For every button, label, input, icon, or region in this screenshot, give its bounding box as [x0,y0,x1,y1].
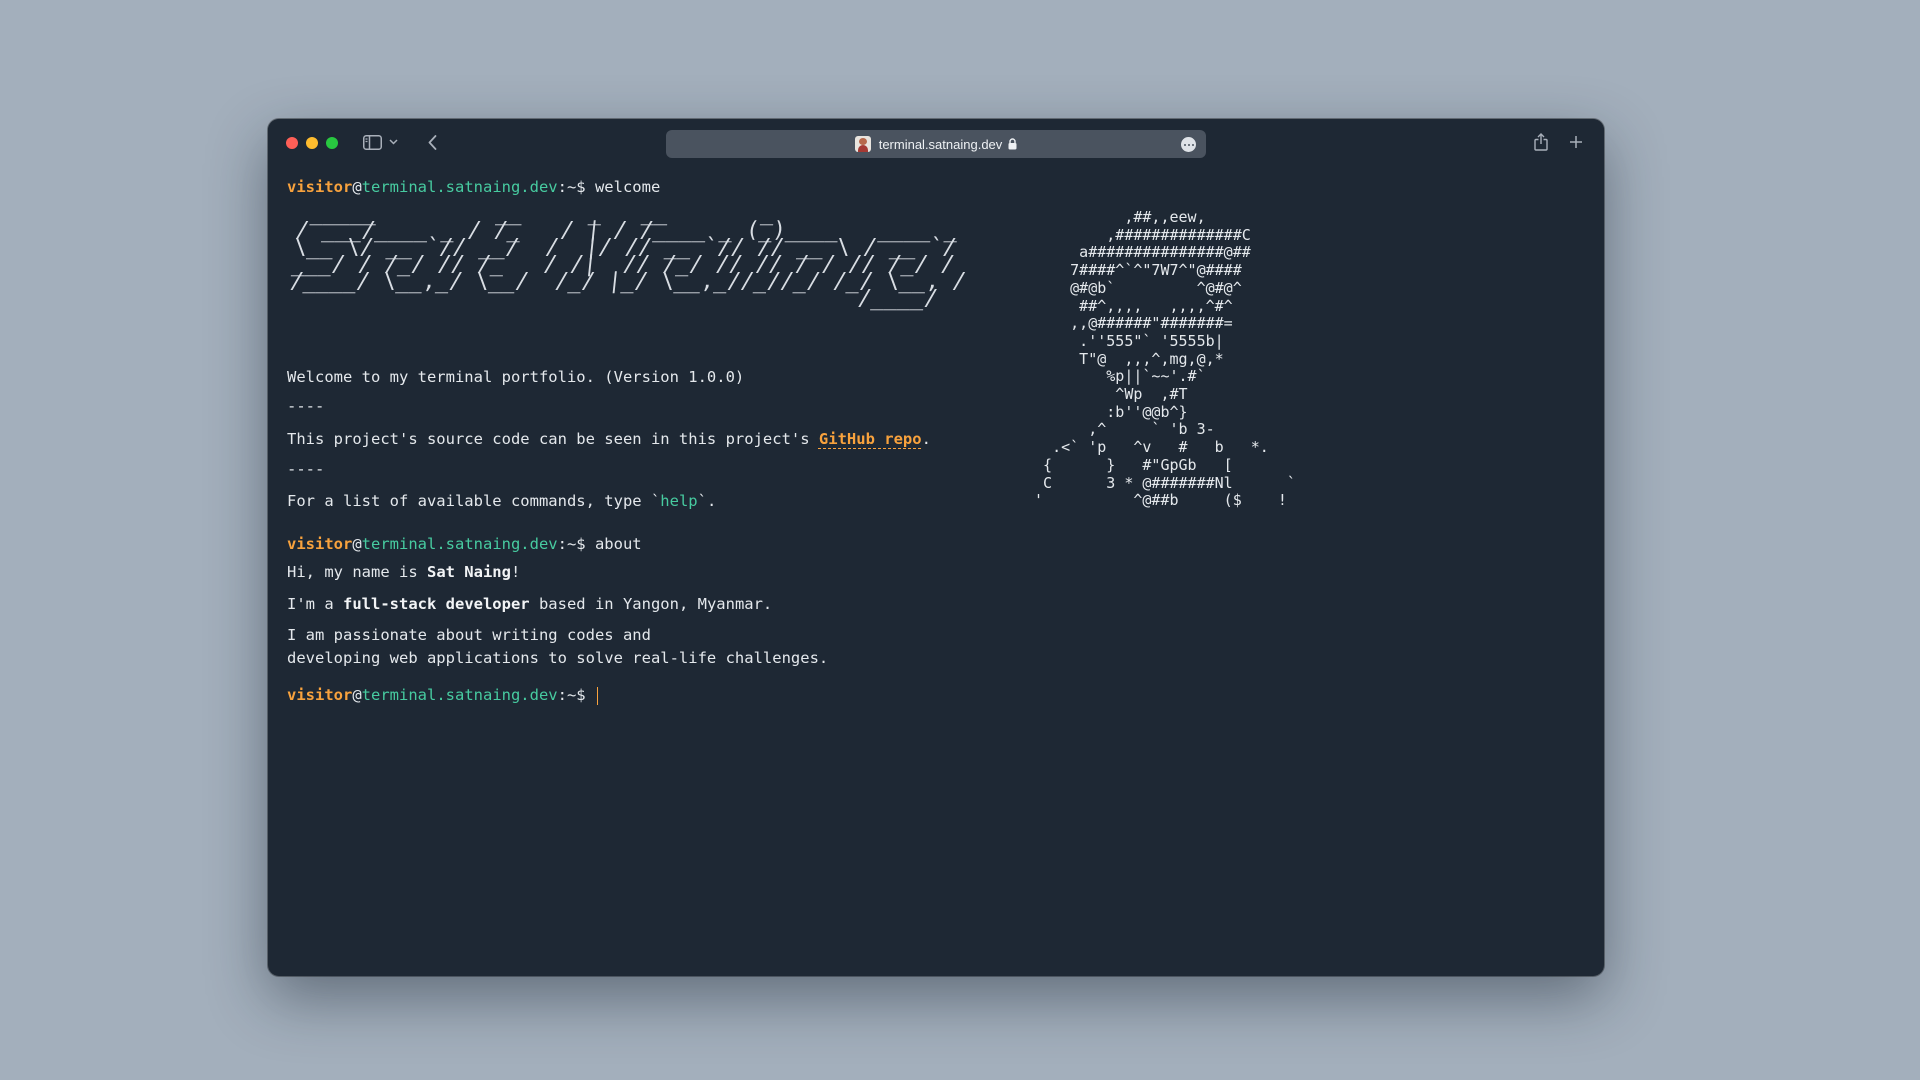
prompt-host: terminal.satnaing.dev [361,686,558,704]
browser-toolbar: terminal.satnaing.dev [268,119,1604,167]
close-window-button[interactable] [286,137,298,149]
url-text: terminal.satnaing.dev [878,136,1003,152]
prompt-user: visitor [287,535,353,553]
prompt-user: visitor [287,686,353,704]
address-bar[interactable]: terminal.satnaing.dev [666,130,1206,158]
prompt-suffix: :~$ [557,535,595,553]
browser-window: terminal.satnaing.dev visitor@terminal.s… [268,119,1604,976]
help-line: For a list of available commands, type `… [287,491,716,511]
prompt-host: terminal.satnaing.dev [361,178,558,196]
prompt-suffix: :~$ [557,686,595,704]
github-repo-link[interactable]: GitHub repo [819,430,922,448]
command-text: welcome [594,178,661,196]
ascii-banner: _____ __ _ __ _ / ___/____ _ / /_ / | / … [287,201,968,311]
sidebar-toggle-icon[interactable] [360,129,384,155]
minimize-window-button[interactable] [306,137,318,149]
help-text: For a list of available commands, type ` [287,492,661,510]
prompt-user: visitor [287,178,353,196]
about-text: I'm a [287,595,343,613]
prompt-at: @ [352,178,362,196]
command-text: about [594,535,642,553]
about-text: Hi, my name is [287,563,427,581]
terminal[interactable]: visitor@terminal.satnaing.dev:~$ welcome… [287,177,1587,967]
separator: ---- [287,460,325,478]
about-line-name: Hi, my name is Sat Naing! [287,562,520,582]
prompt-suffix: :~$ [557,178,595,196]
active-prompt-line[interactable]: visitor@terminal.satnaing.dev:~$ [287,685,599,705]
about-name: Sat Naing [426,563,511,581]
prompt-line: visitor@terminal.satnaing.dev:~$ welcome [287,177,660,197]
back-button[interactable] [422,129,442,155]
zoom-window-button[interactable] [326,137,338,149]
lock-icon [1008,138,1017,150]
source-line: This project's source code can be seen i… [287,429,931,449]
about-line-passion-2: developing web applications to solve rea… [287,649,829,667]
separator: ---- [287,397,325,415]
page-menu-button[interactable] [1181,137,1196,152]
prompt-at: @ [352,535,362,553]
ascii-portrait: ,##,,eew, ,##############C a############… [1034,208,1296,510]
new-tab-icon[interactable] [1565,129,1587,155]
help-command: help [660,492,698,510]
chevron-down-icon[interactable] [386,129,400,155]
source-text: This project's source code can be seen i… [287,430,819,448]
about-text: ! [510,563,521,581]
help-suffix: `. [697,492,717,510]
about-line-passion: I am passionate about writing codes and [287,626,651,644]
about-line-role: I'm a full-stack developer based in Yang… [287,594,772,614]
text-cursor [596,686,599,705]
prompt-at: @ [352,686,362,704]
about-text: based in Yangon, Myanmar. [529,595,773,613]
share-icon[interactable] [1530,129,1552,155]
welcome-intro: Welcome to my terminal portfolio. (Versi… [287,368,745,386]
site-favicon [854,136,871,152]
about-role: full-stack developer [343,595,530,613]
source-suffix: . [921,430,931,448]
prompt-line: visitor@terminal.satnaing.dev:~$ about [287,534,642,554]
prompt-host: terminal.satnaing.dev [361,535,558,553]
